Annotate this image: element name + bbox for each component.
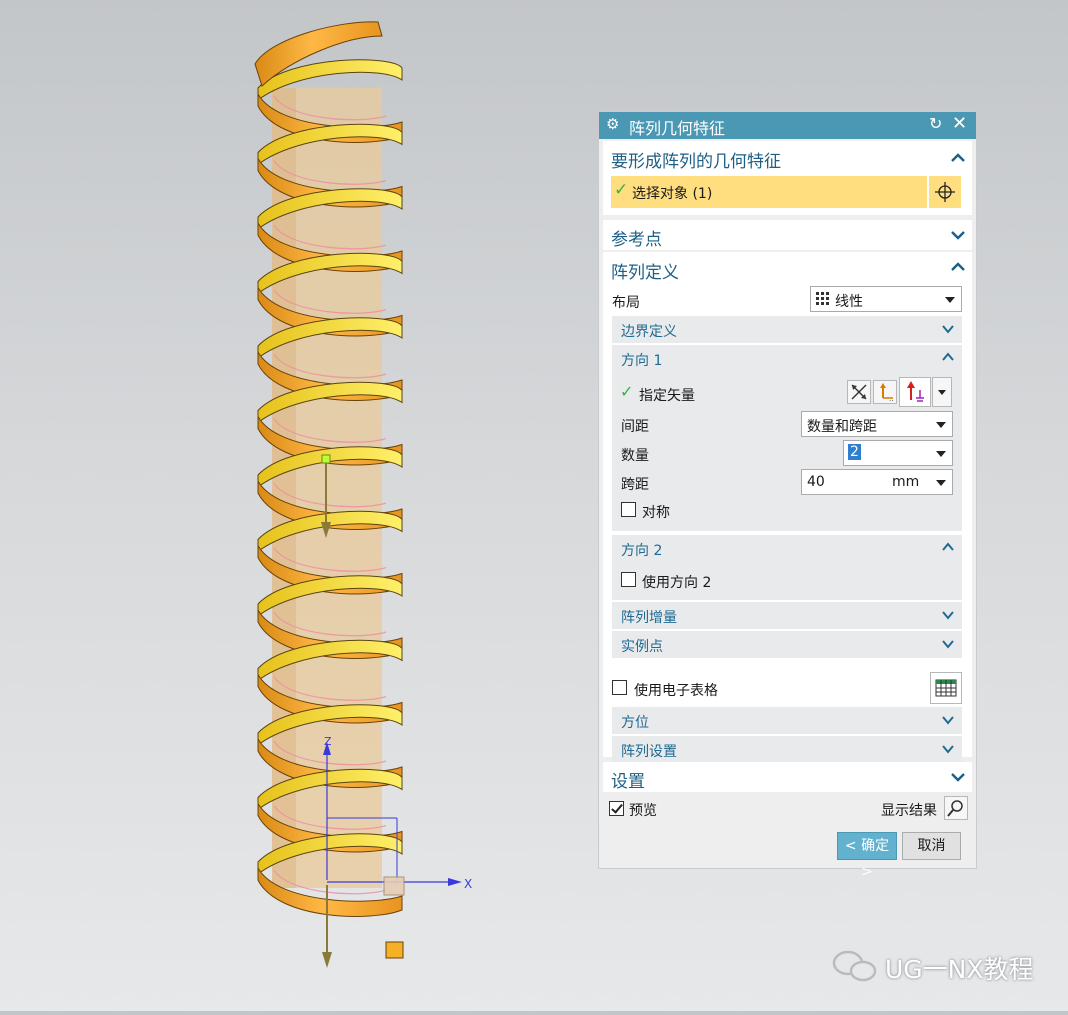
- section-reference-point-title: 参考点: [611, 230, 662, 250]
- spacing-value: 数量和跨距: [807, 419, 877, 435]
- chevron-down-icon[interactable]: [942, 714, 956, 728]
- subsection-direction1: 方向 1 ✓ 指定矢量 .. 间距 数量和跨距 数量 2 跨距 40 mm 对称: [612, 345, 962, 531]
- section-geometry-title: 要形成阵列的几何特征: [611, 152, 781, 172]
- select-object-row[interactable]: ✓ 选择对象 (1): [611, 176, 927, 208]
- chevron-up-icon[interactable]: [951, 260, 965, 274]
- chevron-up-icon[interactable]: [951, 151, 965, 165]
- dropdown-arrow-icon: [936, 451, 946, 457]
- subsection-array-settings[interactable]: 阵列设置: [612, 736, 962, 763]
- chevron-down-icon[interactable]: [951, 228, 965, 242]
- dropdown-arrow-icon: [945, 297, 955, 303]
- inferred-vector-icon[interactable]: ..: [873, 380, 897, 404]
- chevron-down-icon[interactable]: [942, 323, 956, 337]
- chevron-down-icon[interactable]: [951, 770, 965, 784]
- dialog-titlebar[interactable]: ⚙ 阵列几何特征 ↻ ✕: [599, 112, 976, 139]
- magnifier-icon: [947, 800, 963, 817]
- select-object-label: 选择对象 (1): [632, 186, 713, 202]
- helix-bottom-end: [385, 941, 404, 959]
- use-direction2-label: 使用方向 2: [642, 575, 712, 591]
- span-value: 40: [807, 474, 825, 490]
- subsection-direction2-title: 方向 2: [621, 543, 663, 559]
- count-value: 2: [848, 444, 861, 460]
- layout-value: 线性: [835, 294, 863, 310]
- layout-label: 布局: [612, 295, 640, 311]
- subsection-instance-point-title: 实例点: [621, 639, 663, 655]
- crosshair-icon: [935, 182, 955, 202]
- spacing-select[interactable]: 数量和跨距: [801, 411, 953, 437]
- svg-text:..: ..: [889, 395, 893, 403]
- section-array-definition: 阵列定义 布局 线性 边界定义 方向 1 ✓ 指定矢量 .. 间距 数量和跨距 …: [603, 252, 972, 763]
- dialog-title: 阵列几何特征: [629, 119, 726, 138]
- chevron-down-icon[interactable]: [942, 638, 956, 652]
- preview-checkbox[interactable]: [609, 801, 624, 816]
- vector-menu-dropdown[interactable]: [932, 377, 952, 407]
- subsection-direction2: 方向 2 使用方向 2: [612, 535, 962, 600]
- spreadsheet-icon[interactable]: [930, 672, 962, 704]
- chevron-up-icon[interactable]: [942, 541, 956, 555]
- spacing-label: 间距: [621, 419, 649, 435]
- subsection-increment[interactable]: 阵列增量: [612, 602, 962, 629]
- section-geometry: 要形成阵列的几何特征 ✓ 选择对象 (1): [603, 141, 972, 215]
- cancel-button[interactable]: 取消: [902, 832, 961, 860]
- subsection-boundary-title: 边界定义: [621, 324, 677, 340]
- count-label: 数量: [621, 448, 649, 464]
- show-result-button[interactable]: [944, 796, 968, 820]
- span-unit[interactable]: mm: [892, 474, 919, 490]
- span-input[interactable]: 40 mm: [801, 469, 953, 495]
- symmetric-label: 对称: [642, 505, 670, 521]
- preview-label: 预览: [629, 803, 657, 819]
- section-settings[interactable]: 设置: [603, 762, 972, 792]
- ok-button[interactable]: < 确定 >: [837, 832, 897, 880]
- subsection-instance-point[interactable]: 实例点: [612, 631, 962, 658]
- section-settings-title: 设置: [611, 772, 645, 792]
- show-result-label: 显示结果: [881, 803, 937, 819]
- use-spreadsheet-checkbox[interactable]: [612, 680, 627, 695]
- dropdown-arrow-icon: [936, 480, 946, 486]
- crosshair-button[interactable]: [929, 176, 961, 208]
- layout-select[interactable]: 线性: [810, 286, 962, 312]
- use-direction2-checkbox[interactable]: [621, 572, 636, 587]
- axis-x-label: X: [464, 877, 472, 891]
- reset-icon[interactable]: ↻: [929, 114, 942, 133]
- section-reference-point[interactable]: 参考点: [603, 220, 972, 250]
- specify-vector-label: 指定矢量: [639, 388, 695, 404]
- count-input[interactable]: 2: [843, 440, 953, 466]
- use-spreadsheet-label: 使用电子表格: [634, 683, 718, 699]
- checkmark-icon: ✓: [614, 180, 629, 200]
- watermark-text: UG一NX教程: [885, 955, 1034, 984]
- dropdown-arrow-icon: [936, 422, 946, 428]
- wechat-logo-icon: [832, 950, 877, 982]
- section-array-definition-header[interactable]: 阵列定义: [603, 252, 972, 284]
- section-geometry-header[interactable]: 要形成阵列的几何特征: [603, 141, 972, 173]
- subsection-direction1-title: 方向 1: [621, 353, 663, 369]
- subsection-array-settings-title: 阵列设置: [621, 744, 677, 760]
- section-array-definition-title: 阵列定义: [611, 263, 679, 283]
- subsection-boundary[interactable]: 边界定义: [612, 316, 962, 343]
- gear-icon: ⚙: [606, 115, 620, 133]
- reverse-direction-icon[interactable]: [899, 377, 931, 407]
- chevron-down-icon[interactable]: [942, 609, 956, 623]
- subsection-orientation[interactable]: 方位: [612, 707, 962, 734]
- axis-z-label: Z: [324, 735, 332, 748]
- checkmark-icon: ✓: [620, 382, 634, 401]
- close-icon[interactable]: ✕: [952, 113, 967, 134]
- symmetric-checkbox[interactable]: [621, 502, 636, 517]
- vector-dialog-icon[interactable]: [847, 380, 871, 404]
- chevron-up-icon[interactable]: [942, 351, 956, 365]
- linear-layout-icon: [816, 292, 830, 310]
- subsection-increment-title: 阵列增量: [621, 610, 677, 626]
- subsection-orientation-title: 方位: [621, 715, 649, 731]
- span-label: 跨距: [621, 477, 649, 493]
- chevron-down-icon[interactable]: [942, 743, 956, 757]
- array-geometry-dialog: ⚙ 阵列几何特征 ↻ ✕ 要形成阵列的几何特征 ✓ 选择对象 (1) 参考点 阵…: [598, 111, 977, 880]
